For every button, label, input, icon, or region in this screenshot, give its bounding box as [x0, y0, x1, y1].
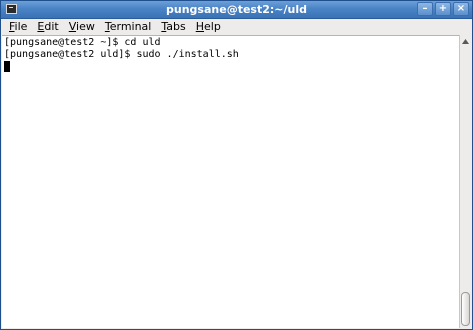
terminal-window: pungsane@test2:~/uld – + × File Edit Vie… — [0, 0, 473, 330]
menu-edit[interactable]: Edit — [32, 19, 63, 35]
scroll-thumb[interactable] — [461, 292, 470, 326]
scroll-up-arrow-icon[interactable] — [461, 37, 470, 46]
menu-tabs[interactable]: Tabs — [156, 19, 190, 35]
close-button[interactable]: × — [453, 2, 469, 16]
vertical-scrollbar[interactable] — [459, 35, 471, 328]
menu-help[interactable]: Help — [191, 19, 226, 35]
terminal-line: [pungsane@test2 ~]$ cd uld — [4, 37, 161, 48]
text-cursor — [4, 61, 10, 72]
terminal-output[interactable]: [pungsane@test2 ~]$ cd uld [pungsane@tes… — [2, 35, 460, 328]
menu-bar: File Edit View Terminal Tabs Help — [1, 19, 472, 35]
window-controls: – + × — [417, 2, 469, 16]
terminal-line: [pungsane@test2 uld]$ sudo ./install.sh — [4, 49, 239, 60]
terminal-cursor-line — [4, 61, 458, 74]
menu-file[interactable]: File — [4, 19, 32, 35]
minimize-button[interactable]: – — [417, 2, 433, 16]
window-title: pungsane@test2:~/uld — [166, 3, 307, 16]
title-bar[interactable]: pungsane@test2:~/uld – + × — [1, 1, 472, 19]
menu-view[interactable]: View — [64, 19, 100, 35]
maximize-button[interactable]: + — [435, 2, 451, 16]
menu-terminal[interactable]: Terminal — [100, 19, 157, 35]
